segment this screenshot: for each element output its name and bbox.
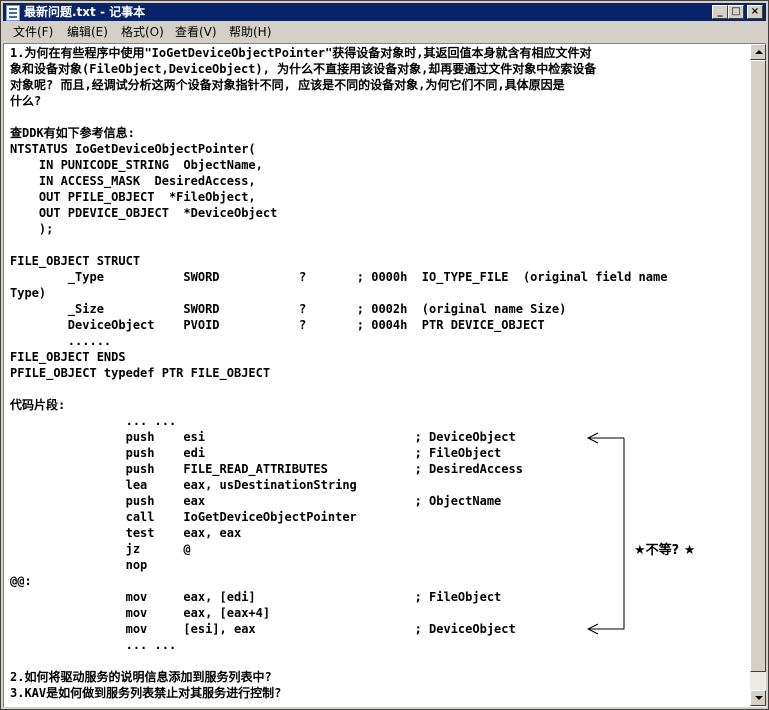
text-line: 3.KAV是如何做到服务列表禁止对其服务进行控制?: [10, 686, 282, 700]
text-line: push edi ; FileObject: [10, 446, 502, 460]
notepad-window: 最新问题.txt - 记事本 _ □ × 文件(F) 编辑(E) 格式(O) 查…: [0, 0, 769, 710]
text-line: [10, 109, 744, 125]
text-editor[interactable]: 1.为何在有些程序中使用"IoGetDeviceObjectPointer"获得…: [3, 43, 766, 707]
document-text[interactable]: 1.为何在有些程序中使用"IoGetDeviceObjectPointer"获得…: [10, 45, 744, 701]
menu-help[interactable]: 帮助(H): [223, 22, 277, 42]
menu-file[interactable]: 文件(F): [7, 22, 59, 42]
arrow-down-icon: [755, 696, 763, 700]
text-line: ......: [10, 334, 112, 348]
title-bar[interactable]: 最新问题.txt - 记事本 _ □ ×: [3, 3, 766, 21]
text-line: [10, 653, 744, 669]
text-line: _Type SWORD ? ; 0000h IO_TYPE_FILE (orig…: [10, 270, 668, 284]
not-equal-note: ★不等? ★: [634, 543, 696, 558]
text-line: );: [10, 222, 54, 236]
text-line: 查DDK有如下参考信息:: [10, 126, 135, 140]
maximize-button[interactable]: □: [728, 5, 744, 19]
scroll-thumb[interactable]: [750, 60, 766, 672]
scroll-up-button[interactable]: [750, 44, 766, 60]
text-line: 代码片段:: [10, 398, 66, 412]
text-line: push eax ; ObjectName: [10, 494, 502, 508]
text-line: IN PUNICODE_STRING ObjectName,: [10, 158, 263, 172]
text-line: mov [esi], eax ; DeviceObject: [10, 622, 516, 636]
close-button[interactable]: ×: [747, 5, 763, 19]
menu-bar: 文件(F) 编辑(E) 格式(O) 查看(V) 帮助(H): [3, 22, 766, 42]
text-line: 象和设备对象(FileObject,DeviceObject), 为什么不直接用…: [10, 62, 597, 76]
vertical-scrollbar[interactable]: [750, 44, 766, 706]
text-line: lea eax, usDestinationString: [10, 478, 357, 492]
window-title: 最新问题.txt - 记事本: [24, 5, 146, 19]
text-line: mov eax, [edi] ; FileObject: [10, 590, 502, 604]
text-line: NTSTATUS IoGetDeviceObjectPointer(: [10, 142, 256, 156]
text-line: 什么?: [10, 94, 42, 108]
text-line: call IoGetDeviceObjectPointer: [10, 510, 357, 524]
text-line: [10, 381, 744, 397]
text-line: 1.为何在有些程序中使用"IoGetDeviceObjectPointer"获得…: [10, 46, 592, 60]
text-line: @@:: [10, 574, 32, 588]
text-line: mov eax, [eax+4]: [10, 606, 271, 620]
text-line: IN ACCESS_MASK DesiredAccess,: [10, 174, 256, 188]
scroll-down-button[interactable]: [750, 690, 766, 706]
text-line: PFILE_OBJECT typedef PTR FILE_OBJECT: [10, 366, 271, 380]
text-line: [10, 237, 744, 253]
text-line: Type): [10, 286, 47, 300]
text-line: FILE_OBJECT STRUCT: [10, 254, 141, 268]
menu-view[interactable]: 查看(V): [169, 22, 223, 42]
text-line: DeviceObject PVOID ? ; 0004h PTR DEVICE_…: [10, 318, 545, 332]
text-line: nop: [10, 558, 148, 572]
text-line: OUT PFILE_OBJECT *FileObject,: [10, 190, 256, 204]
text-line: OUT PDEVICE_OBJECT *DeviceObject: [10, 206, 278, 220]
text-line: FILE_OBJECT ENDS: [10, 350, 126, 364]
menu-edit[interactable]: 编辑(E): [61, 22, 114, 42]
arrow-up-icon: [755, 50, 763, 54]
notepad-icon[interactable]: [6, 5, 20, 21]
text-line: push FILE_READ_ATTRIBUTES ; DesiredAcces…: [10, 462, 523, 476]
text-line: ... ...: [10, 638, 177, 652]
text-line: 对象呢? 而且,经调试分析这两个设备对象指针不同, 应该是不同的设备对象,为何它…: [10, 78, 565, 92]
minimize-button[interactable]: _: [712, 5, 728, 19]
menu-format[interactable]: 格式(O): [115, 22, 170, 42]
text-line: ... ...: [10, 414, 177, 428]
text-line: 2.如何将驱动服务的说明信息添加到服务列表中?: [10, 670, 272, 684]
text-line: _Size SWORD ? ; 0002h (original name Siz…: [10, 302, 567, 316]
text-line: push esi ; DeviceObject: [10, 430, 516, 444]
